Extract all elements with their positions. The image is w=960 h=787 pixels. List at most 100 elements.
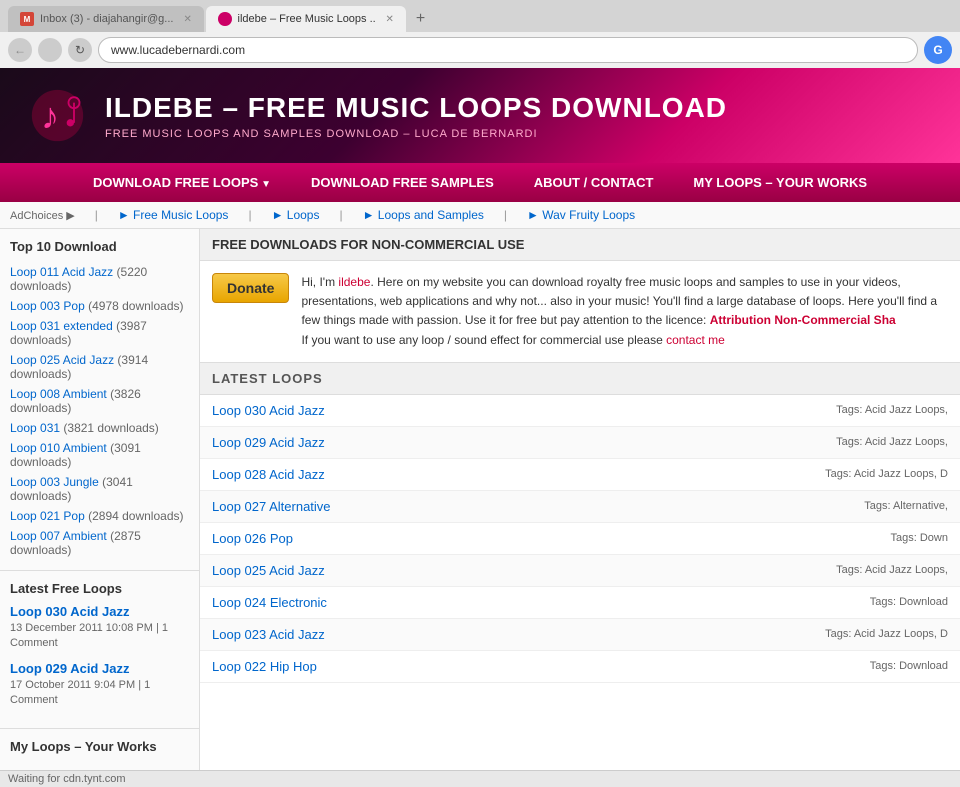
status-text: Waiting for cdn.tynt.com bbox=[8, 773, 126, 785]
table-row: Loop 029 Acid Jazz Tags: Acid Jazz Loops… bbox=[200, 427, 960, 459]
list-item: Loop 010 Ambient (3091 downloads) bbox=[10, 438, 189, 472]
back-button[interactable]: ← bbox=[8, 38, 32, 62]
left-sidebar: Top 10 Download Loop 011 Acid Jazz (5220… bbox=[0, 229, 200, 770]
loop-tags: Tags: Download bbox=[870, 660, 948, 672]
loop-title-link[interactable]: Loop 022 Hip Hop bbox=[212, 659, 317, 674]
loop-tags: Tags: Acid Jazz Loops, bbox=[836, 404, 948, 416]
list-item: Loop 029 Acid Jazz 17 October 2011 9:04 … bbox=[10, 661, 189, 706]
browser-chrome: M Inbox (3) - diajahangir@g... ✕ ildebe … bbox=[0, 0, 960, 68]
loop-title-link[interactable]: Loop 025 Acid Jazz bbox=[212, 563, 325, 578]
loop-title-link[interactable]: Loop 027 Alternative bbox=[212, 499, 331, 514]
main-nav: DOWNLOAD FREE LOOPS DOWNLOAD FREE SAMPLE… bbox=[0, 163, 960, 202]
content-top: Donate Hi, I'm ildebe. Here on my websit… bbox=[200, 261, 960, 363]
list-item: Loop 031 extended (3987 downloads) bbox=[10, 316, 189, 350]
table-row: Loop 027 Alternative Tags: Alternative, bbox=[200, 491, 960, 523]
loop-title-link[interactable]: Loop 023 Acid Jazz bbox=[212, 627, 325, 642]
loop-link[interactable]: Loop 003 Pop bbox=[10, 299, 85, 313]
loop-tags: Tags: Download bbox=[870, 596, 948, 608]
donate-button[interactable]: Donate bbox=[212, 273, 289, 303]
tab-bar: M Inbox (3) - diajahangir@g... ✕ ildebe … bbox=[0, 0, 960, 32]
top10-list: Loop 011 Acid Jazz (5220 downloads) Loop… bbox=[10, 262, 189, 560]
ad-link-free-loops[interactable]: ► Free Music Loops bbox=[118, 208, 229, 222]
loop-title-link[interactable]: Loop 029 Acid Jazz bbox=[212, 435, 325, 450]
ad-sep-4: | bbox=[504, 208, 507, 222]
table-row: Loop 022 Hip Hop Tags: Download bbox=[200, 651, 960, 683]
loop-029-link[interactable]: Loop 029 Acid Jazz bbox=[10, 661, 189, 676]
tab-ildebe-close[interactable]: ✕ bbox=[385, 14, 393, 25]
loop-link[interactable]: Loop 025 Acid Jazz bbox=[10, 353, 114, 367]
loop-link[interactable]: Loop 003 Jungle bbox=[10, 475, 99, 489]
site-logo: ♪ bbox=[30, 88, 85, 143]
ad-link-loops[interactable]: ► Loops bbox=[272, 208, 320, 222]
address-bar[interactable]: www.lucadebernardi.com bbox=[98, 37, 918, 63]
ad-choices: AdChoices ▶ bbox=[10, 209, 75, 222]
top10-title: Top 10 Download bbox=[10, 239, 189, 254]
list-item: Loop 003 Jungle (3041 downloads) bbox=[10, 472, 189, 506]
new-tab-button[interactable]: + bbox=[408, 6, 433, 32]
loop-title-link[interactable]: Loop 028 Acid Jazz bbox=[212, 467, 325, 482]
gmail-favicon: M bbox=[20, 12, 34, 26]
list-item: Loop 011 Acid Jazz (5220 downloads) bbox=[10, 262, 189, 296]
loop-title-link[interactable]: Loop 024 Electronic bbox=[212, 595, 327, 610]
my-loops-sidebar-title: My Loops – Your Works bbox=[10, 739, 189, 754]
top10-section: Top 10 Download Loop 011 Acid Jazz (5220… bbox=[0, 229, 199, 571]
status-bar: Waiting for cdn.tynt.com bbox=[0, 770, 960, 787]
site-title: ILDEBE – FREE MUSIC LOOPS DOWNLOAD bbox=[105, 92, 727, 124]
nav-download-samples[interactable]: DOWNLOAD FREE SAMPLES bbox=[291, 163, 514, 202]
tab-ildebe-label: ildebe – Free Music Loops ... bbox=[238, 13, 376, 25]
nav-download-loops[interactable]: DOWNLOAD FREE LOOPS bbox=[73, 163, 291, 202]
loop-link[interactable]: Loop 031 bbox=[10, 421, 60, 435]
loop-tags: Tags: Alternative, bbox=[864, 500, 948, 512]
loop-link[interactable]: Loop 007 Ambient bbox=[10, 529, 107, 543]
loop-030-meta: 13 December 2011 10:08 PM | 1 Comment bbox=[10, 622, 168, 649]
loop-tags: Tags: Acid Jazz Loops, D bbox=[825, 468, 948, 480]
loop-link[interactable]: Loop 010 Ambient bbox=[10, 441, 107, 455]
list-item: Loop 003 Pop (4978 downloads) bbox=[10, 296, 189, 316]
nav-my-loops[interactable]: MY LOOPS – YOUR WORKS bbox=[673, 163, 887, 202]
ad-link-loops-samples[interactable]: ► Loops and Samples bbox=[363, 208, 484, 222]
loop-tags: Tags: Acid Jazz Loops, D bbox=[825, 628, 948, 640]
loop-link[interactable]: Loop 008 Ambient bbox=[10, 387, 107, 401]
tab-ildebe[interactable]: ildebe – Free Music Loops ... ✕ bbox=[206, 6, 406, 32]
table-row: Loop 024 Electronic Tags: Download bbox=[200, 587, 960, 619]
svg-text:♪: ♪ bbox=[41, 95, 59, 136]
donate-area: Donate bbox=[212, 273, 289, 350]
ad-sep-2: | bbox=[248, 208, 251, 222]
reload-button[interactable]: ↻ bbox=[68, 38, 92, 62]
right-content: FREE DOWNLOADS FOR NON-COMMERCIAL USE Do… bbox=[200, 229, 960, 770]
loop-tags: Tags: Acid Jazz Loops, bbox=[836, 564, 948, 576]
tab-gmail-close[interactable]: ✕ bbox=[183, 14, 191, 25]
contact-link[interactable]: contact me bbox=[666, 333, 725, 347]
list-item: Loop 008 Ambient (3826 downloads) bbox=[10, 384, 189, 418]
loop-link[interactable]: Loop 031 extended bbox=[10, 319, 113, 333]
google-search-button[interactable]: G bbox=[924, 36, 952, 64]
my-loops-sidebar-section: My Loops – Your Works bbox=[0, 729, 199, 770]
address-bar-row: ← → ↻ www.lucadebernardi.com G bbox=[0, 32, 960, 68]
list-item: Loop 031 (3821 downloads) bbox=[10, 418, 189, 438]
nav-about[interactable]: ABOUT / CONTACT bbox=[514, 163, 674, 202]
loop-link[interactable]: Loop 011 Acid Jazz bbox=[10, 265, 113, 279]
intro-text: Hi, I'm ildebe. Here on my website you c… bbox=[301, 273, 948, 350]
table-row: Loop 025 Acid Jazz Tags: Acid Jazz Loops… bbox=[200, 555, 960, 587]
main-content: Top 10 Download Loop 011 Acid Jazz (5220… bbox=[0, 229, 960, 770]
loop-029-meta: 17 October 2011 9:04 PM | 1 Comment bbox=[10, 679, 150, 706]
ad-sep-1: | bbox=[95, 208, 98, 222]
loop-link[interactable]: Loop 021 Pop bbox=[10, 509, 85, 523]
loop-tags: Tags: Down bbox=[891, 532, 948, 544]
ildebe-link[interactable]: ildebe bbox=[338, 275, 370, 289]
list-item: Loop 007 Ambient (2875 downloads) bbox=[10, 526, 189, 560]
loops-table: Loop 030 Acid Jazz Tags: Acid Jazz Loops… bbox=[200, 395, 960, 683]
ad-bar: AdChoices ▶ | ► Free Music Loops | ► Loo… bbox=[0, 202, 960, 229]
tab-gmail[interactable]: M Inbox (3) - diajahangir@g... ✕ bbox=[8, 6, 204, 32]
site-subtitle: FREE MUSIC LOOPS AND SAMPLES DOWNLOAD – … bbox=[105, 128, 727, 140]
loop-030-link[interactable]: Loop 030 Acid Jazz bbox=[10, 604, 189, 619]
ad-sep-3: | bbox=[339, 208, 342, 222]
ildebe-favicon bbox=[218, 12, 232, 26]
forward-button[interactable]: → bbox=[38, 38, 62, 62]
loop-title-link[interactable]: Loop 026 Pop bbox=[212, 531, 293, 546]
free-downloads-header: FREE DOWNLOADS FOR NON-COMMERCIAL USE bbox=[200, 229, 960, 261]
loop-title-link[interactable]: Loop 030 Acid Jazz bbox=[212, 403, 325, 418]
ad-link-wav-fruity[interactable]: ► Wav Fruity Loops bbox=[527, 208, 635, 222]
table-row: Loop 026 Pop Tags: Down bbox=[200, 523, 960, 555]
attribution-link[interactable]: Attribution Non-Commercial Sha bbox=[710, 313, 896, 327]
